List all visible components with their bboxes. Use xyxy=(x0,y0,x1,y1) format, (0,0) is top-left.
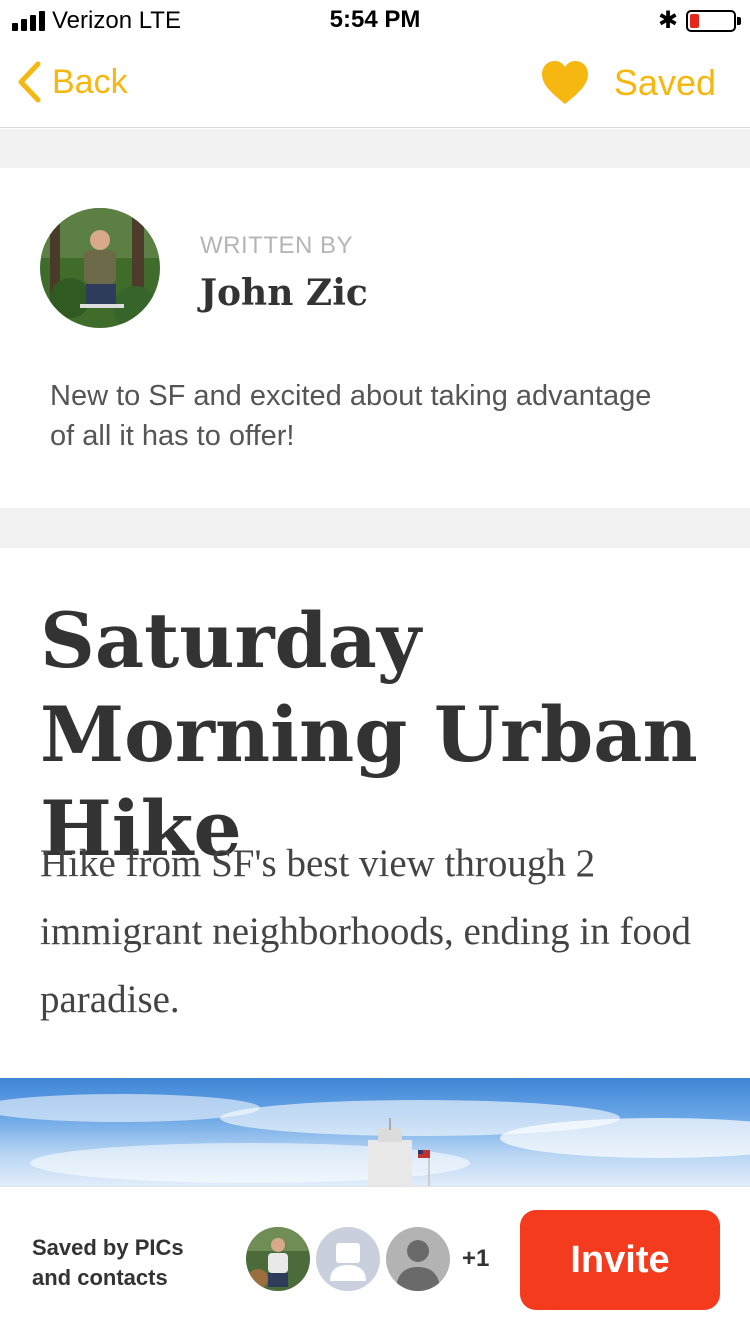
avatar[interactable] xyxy=(386,1227,450,1291)
avatar[interactable] xyxy=(246,1227,310,1291)
saved-label: Saved xyxy=(613,62,716,103)
author-avatar[interactable] xyxy=(40,208,160,328)
saved-by-label: Saved by PICs and contacts xyxy=(32,1233,184,1293)
back-button[interactable]: Back xyxy=(16,60,128,104)
hero-image[interactable] xyxy=(0,1078,750,1188)
author-card: WRITTEN BY John Zic New to SF and excite… xyxy=(0,168,750,508)
author-bio: New to SF and excited about taking advan… xyxy=(50,380,652,452)
extra-count: +1 xyxy=(462,1245,490,1272)
author-name[interactable]: John Zic xyxy=(200,272,368,314)
article-header: Saturday Morning Urban Hike Hike from SF… xyxy=(0,548,750,1078)
article-summary: Hike from SF's best view through 2 immig… xyxy=(40,842,692,1021)
saved-by-line1: Saved by PICs xyxy=(32,1235,184,1260)
written-by-label: WRITTEN BY xyxy=(200,232,353,259)
saved-by-avatars[interactable]: +1 xyxy=(246,1227,489,1291)
avatar[interactable] xyxy=(316,1227,380,1291)
battery-icon xyxy=(686,10,741,32)
section-divider xyxy=(0,129,750,169)
heart-icon xyxy=(541,61,588,104)
section-divider xyxy=(0,508,750,548)
status-time: 5:54 PM xyxy=(329,6,421,33)
chevron-left-icon xyxy=(18,61,41,103)
saved-button[interactable]: Saved xyxy=(540,60,716,106)
saved-by-line2: and contacts xyxy=(32,1265,168,1290)
back-label: Back xyxy=(52,62,128,101)
bottom-bar: Saved by PICs and contacts +1 Invite xyxy=(0,1186,750,1334)
invite-button[interactable]: Invite xyxy=(520,1210,720,1310)
status-bar: Verizon LTE 5:54 PM ✱ xyxy=(0,0,750,40)
nav-bar: Back Saved xyxy=(0,40,750,128)
bluetooth-icon: ✱ xyxy=(658,7,679,34)
